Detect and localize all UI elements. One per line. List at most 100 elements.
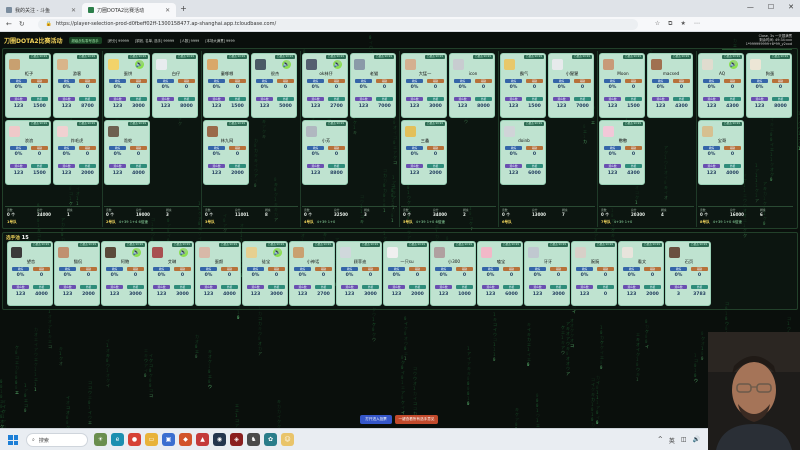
speaker-icon[interactable]: 🔊 (132, 248, 141, 257)
close-tab-icon[interactable]: ✕ (165, 7, 170, 14)
input-language-icon[interactable]: 英 (669, 436, 675, 445)
svg-text:ウ: ウ (694, 377, 698, 383)
player-card[interactable]: 已被选 99:99 游客 教练 辅助 0% 0 观众数 外援 123 8700 (53, 53, 99, 118)
player-card[interactable]: 已被选 99:99 老猫 教练 辅助 0% 0 观众数 外援 123 7000 (350, 53, 396, 118)
windows-start-icon[interactable] (8, 435, 18, 445)
widgets-icon[interactable]: ☀ (94, 433, 107, 446)
close-window-icon[interactable]: ✕ (788, 3, 794, 11)
player-card[interactable]: 已被选 99:99 炸毛虎 教练 辅助 0% 0 观众数 外援 123 2000 (53, 120, 99, 185)
player-card[interactable]: 已被选 99:99 大猛一 教练 辅助 0% 0 观众数 外援 123 3000 (401, 53, 447, 118)
browser-tab-0[interactable]: 我的关注 - 斗鱼 ✕ (0, 3, 82, 17)
player-card[interactable]: 已被选 99:99 豌豌 教练 辅助 0% 0 观众数 外援 123 0 (571, 241, 617, 306)
view-all-opinions-button[interactable]: 一键查看所有选手意见 (395, 415, 438, 424)
photos-icon[interactable]: ✿ (264, 433, 277, 446)
speaker-icon[interactable]: 🔊 (729, 60, 738, 69)
taskbar: ⌕ 搜索 ☀ e ● ▭ ▣ ◆ ▲ ◉ ◈ ♞ ✿ ☺ ^ 英 ◫ 🔊 (0, 428, 800, 450)
player-card[interactable]: 已被选 99:99 🔊 阿鲍 教练 辅助 0% 0 观众数 外援 123 3000 (101, 241, 147, 306)
speaker-icon[interactable]: 🔊 (273, 248, 282, 257)
player-card[interactable]: 已被选 99:99 石页 教练 辅助 0% 0 观众数 外援 3 3783 (665, 241, 711, 306)
player-card[interactable]: 已被选 99:99 嗑宝 教练 辅助 0% 0 观众数 外援 123 6000 (477, 241, 523, 306)
pill-label: 观众数 (307, 97, 324, 102)
stat-value: 3783 (693, 292, 706, 297)
player-card[interactable]: 已被选 99:99 🔊 AQ 教练 辅助 0% 0 观众数 外援 123 4300 (698, 53, 744, 118)
explorer-icon[interactable]: ▭ (145, 433, 158, 446)
network-icon[interactable]: ◫ (681, 436, 687, 445)
player-card[interactable]: 已被选 99:99 macsed 教练 辅助 0% 0 观众数 外援 123 4300 (647, 53, 693, 118)
close-tab-icon[interactable]: ✕ (71, 7, 76, 14)
player-card[interactable]: 已被选 99:99 小神话 教练 辅助 0% 0 观众数 外援 123 2700 (289, 241, 335, 306)
player-card[interactable]: 已被选 99:99 🔊 很杰 教练 辅助 0% 0 观众数 外援 123 5000 (251, 53, 297, 118)
player-card[interactable]: 已被选 99:99 宝哥 教练 辅助 0% 0 观众数 外援 123 4000 (698, 120, 744, 185)
stat-value: 123 (211, 171, 222, 176)
browser-tab-1[interactable]: 刀圈DOTA2比赛活动 ✕ (82, 3, 177, 17)
player-card[interactable]: 已被选 99:99 蛋颜 教练 辅助 0% 0 观众数 外援 123 4000 (195, 241, 241, 306)
player-card[interactable]: 已被选 99:99 🔊 蛋饼 教练 辅助 0% 0 观众数 外援 123 3000 (104, 53, 150, 118)
back-icon[interactable]: ← (6, 20, 12, 28)
svg-text:ウ: ウ (372, 311, 376, 317)
player-card[interactable]: 已被选 99:99 狗蛋 教练 辅助 0% 0 观众数 外援 123 8000 (746, 53, 792, 118)
player-card[interactable]: 已被选 99:99 一只su 教练 辅助 0% 0 观众数 外援 123 2000 (383, 241, 429, 306)
extensions-icon[interactable]: ⧉ (668, 20, 672, 28)
new-tab-icon[interactable]: + (180, 4, 187, 13)
volume-icon[interactable]: 🔊 (693, 436, 700, 445)
office-icon[interactable]: ◆ (179, 433, 192, 446)
stat-value: 123 (203, 292, 214, 297)
pill-label: 观众数 (703, 164, 720, 169)
player-card[interactable]: 已被选 99:99 童哪哪 教练 辅助 0% 0 观众数 外援 123 1500 (203, 53, 249, 118)
player-card[interactable]: 已被选 99:99 🔊 艾琳 教练 辅助 0% 0 观众数 外援 123 3000 (148, 241, 194, 306)
taskbar-search[interactable]: ⌕ 搜索 (26, 433, 88, 447)
maximize-icon[interactable]: ☐ (768, 3, 774, 11)
refresh-icon[interactable]: ↻ (19, 20, 25, 28)
stat-value: 3000 (176, 292, 189, 297)
edge-icon[interactable]: e (111, 433, 124, 446)
speaker-icon[interactable]: 🔊 (282, 60, 291, 69)
menu-icon[interactable]: ⋯ (694, 20, 700, 28)
player-name: 童哪哪 (220, 71, 234, 76)
open-vote-button[interactable]: 打开进入投票 (360, 415, 392, 424)
player-card[interactable]: 已被选 99:99 小猩猩 教练 辅助 0% 0 观众数 外援 123 7000 (548, 53, 594, 118)
player-card[interactable]: 已被选 99:99 看文 教练 辅助 0% 0 观众数 外援 123 2000 (618, 241, 664, 306)
player-card[interactable]: 已被选 99:99 猫侃 教练 辅助 0% 0 观众数 外援 123 2000 (54, 241, 100, 306)
player-card[interactable]: 已被选 99:99 诡蛇 教练 辅助 0% 0 观众数 外援 123 4000 (104, 120, 150, 185)
player-card[interactable]: 已被选 99:99 白仔 教练 辅助 0% 0 观众数 外援 123 8000 (152, 53, 198, 118)
steam-icon[interactable]: ◉ (213, 433, 226, 446)
svg-text:0: 0 (15, 370, 18, 375)
player-card[interactable]: 已被选 99:99 林九网 教练 辅助 0% 0 观众数 外援 123 2000 (203, 120, 249, 185)
star-icon[interactable]: ☆ (655, 20, 660, 28)
player-name: 小猩猩 (565, 71, 579, 76)
pill-label: 辅助 (79, 79, 96, 84)
player-card[interactable]: 已被选 99:99 牙牙 教练 辅助 0% 0 观众数 外援 123 3000 (524, 241, 570, 306)
player-card[interactable]: 已被选 99:99 霸气 教练 辅助 0% 0 观众数 外援 123 1500 (500, 53, 546, 118)
player-card[interactable]: 已被选 99:99 望恋 教练 辅助 0% 0 观众数 外援 123 4000 (7, 241, 53, 306)
mascot-icon[interactable]: ☺ (281, 433, 294, 446)
minimize-icon[interactable]: — (747, 3, 754, 11)
player-card[interactable]: 已被选 99:99 小300 教练 辅助 0% 0 观众数 外援 123 1000 (430, 241, 476, 306)
stat-value: 3000 (364, 292, 377, 297)
player-card[interactable]: 已被选 99:99 小芳 教练 辅助 0% 0 观众数 外援 123 8800 (302, 120, 348, 185)
url-field[interactable]: 🔒 https://player-selection-prod-d0fbeff0… (37, 18, 638, 30)
store-icon[interactable]: ▣ (162, 433, 175, 446)
player-card[interactable]: 已被选 99:99 icon 教练 辅助 0% 0 观众数 外援 123 8000 (449, 53, 495, 118)
player-name: ok林仔 (319, 71, 333, 76)
chrome-icon[interactable]: ● (128, 433, 141, 446)
app-icon-red[interactable]: ▲ (196, 433, 209, 446)
player-card[interactable]: 已被选 99:99 浪浪 教练 辅助 0% 0 观众数 外援 123 1500 (5, 120, 51, 185)
avatar (152, 247, 163, 258)
player-card[interactable]: 已被选 99:99 🔊 ok林仔 教练 辅助 0% 0 观众数 外援 123 2700 (302, 53, 348, 118)
game-icon[interactable]: ♞ (247, 433, 260, 446)
tray-overflow-icon[interactable]: ^ (658, 436, 663, 445)
player-card[interactable]: 已被选 99:99 柜子 教练 辅助 0% 0 观众数 外援 123 1500 (5, 53, 51, 118)
player-card[interactable]: 已被选 99:99 顾菲迪 教练 辅助 0% 0 观众数 外援 123 3000 (336, 241, 382, 306)
svg-text:カ: カ (258, 321, 262, 326)
selected-chip: 已被选 99:99 (312, 243, 333, 247)
speaker-icon[interactable]: 🔊 (179, 248, 188, 257)
player-card[interactable]: 已被选 99:99 🔊 徒宝 教练 辅助 0% 0 观众数 外援 123 3000 (242, 241, 288, 306)
speaker-icon[interactable]: 🔊 (333, 60, 342, 69)
player-card[interactable]: 已被选 99:99 doinb 教练 辅助 0% 0 观众数 外援 123 6000 (500, 120, 546, 185)
player-card[interactable]: 已被选 99:99 三鑫 教练 辅助 0% 0 观众数 外援 123 2000 (401, 120, 447, 185)
speaker-icon[interactable]: 🔊 (135, 60, 144, 69)
player-card[interactable]: 已被选 99:99 憨憨 教练 辅助 0% 0 观众数 外援 123 4300 (599, 120, 645, 185)
favorites-icon[interactable]: ★ (680, 20, 685, 28)
dota-icon[interactable]: ◈ (230, 433, 243, 446)
player-card[interactable]: 已被选 99:99 Moon 教练 辅助 0% 0 观众数 外援 123 1500 (599, 53, 645, 118)
